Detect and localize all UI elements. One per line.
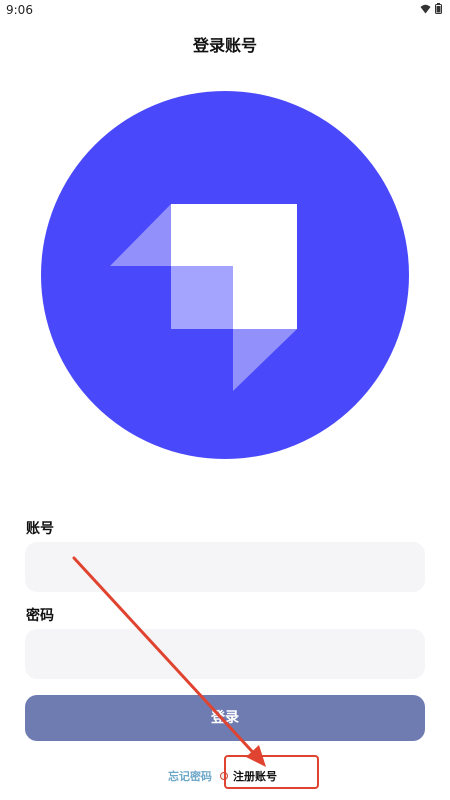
account-label: 账号 bbox=[26, 521, 54, 537]
page-title: 登录账号 bbox=[192, 36, 257, 55]
login-button[interactable]: 登录 bbox=[25, 695, 425, 741]
battery-icon bbox=[435, 3, 442, 14]
password-input[interactable] bbox=[25, 629, 425, 679]
app-logo bbox=[41, 91, 409, 459]
status-bar: 9:06 bbox=[0, 0, 450, 22]
wifi-icon bbox=[420, 4, 431, 13]
logo-mark-inner-fold bbox=[171, 266, 233, 329]
status-icons bbox=[420, 3, 442, 14]
password-label: 密码 bbox=[26, 608, 54, 624]
status-time: 9:06 bbox=[6, 3, 33, 17]
forgot-password-link[interactable]: 忘记密码 bbox=[168, 768, 212, 784]
account-input[interactable] bbox=[25, 542, 425, 592]
annotation-highlight-box bbox=[224, 755, 319, 789]
